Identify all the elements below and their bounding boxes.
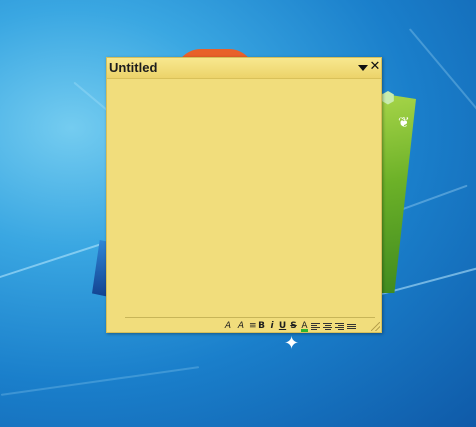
note-title-bar[interactable]: Untitled ✕	[107, 58, 381, 79]
toolbar-divider	[125, 317, 375, 318]
sparkle-icon: ✦	[284, 333, 300, 353]
resize-grip-icon[interactable]	[371, 322, 380, 331]
sticky-note[interactable]: Untitled ✕ A A ≡ B i U S A	[106, 57, 382, 333]
wallpaper-streak	[408, 28, 476, 114]
wallpaper-streak	[0, 366, 200, 396]
align-center-icon[interactable]	[323, 321, 333, 332]
formatting-toolbar: A A ≡ B i U S A	[223, 320, 357, 332]
font-decrease-icon[interactable]: A	[223, 321, 233, 332]
butterfly-icon: ❦	[398, 114, 410, 130]
hexagon-icon: ⬢	[381, 90, 395, 107]
italic-icon[interactable]: i	[268, 321, 276, 332]
align-left-icon[interactable]	[311, 321, 321, 332]
text-color-icon[interactable]: A	[300, 321, 309, 332]
close-icon[interactable]: ✕	[369, 60, 381, 74]
bold-icon[interactable]: B	[257, 321, 266, 332]
note-text-area[interactable]	[111, 84, 377, 314]
underline-icon[interactable]: U	[278, 321, 287, 332]
font-increase-icon[interactable]: A	[235, 321, 247, 332]
align-right-icon[interactable]	[335, 321, 345, 332]
list-icon[interactable]	[347, 321, 357, 332]
note-title: Untitled	[109, 60, 158, 75]
bullet-icon[interactable]: ≡	[249, 321, 257, 332]
strikethrough-icon[interactable]: S	[289, 321, 298, 332]
triangle-down-icon[interactable]	[357, 62, 369, 74]
